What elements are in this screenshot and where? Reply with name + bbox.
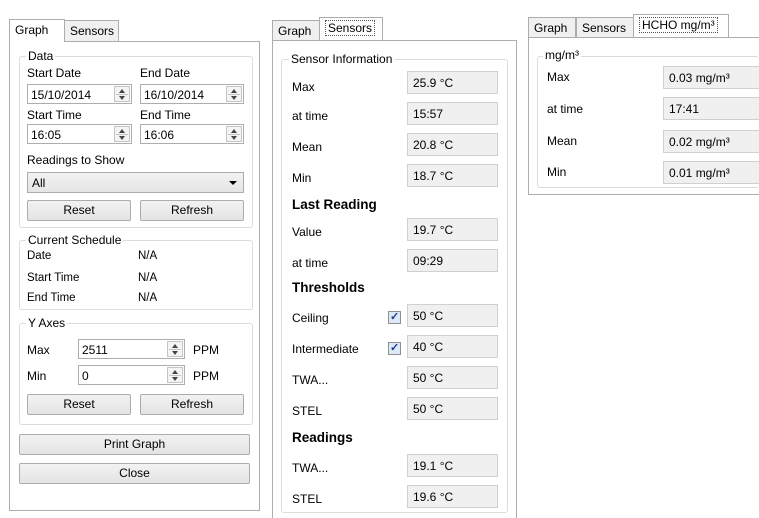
tab-hcho[interactable]: HCHO mg/m³ [633, 14, 729, 37]
hcho-mean-value: 0.02 mg/m³ [663, 130, 759, 153]
sensor-min-value: 18.7 °C [407, 164, 498, 187]
y-axes-group-title: Y Axes [26, 316, 68, 330]
end-date-label: End Date [140, 66, 191, 80]
last-reading-heading: Last Reading [292, 197, 377, 212]
intermediate-label: Intermediate [292, 342, 359, 356]
thresholds-heading: Thresholds [292, 280, 365, 295]
schedule-date-value: N/A [138, 250, 158, 262]
tab-sensors[interactable]: Sensors [576, 17, 634, 38]
sensor-max-time-label: at time [292, 109, 329, 123]
sensor-information-title: Sensor Information [289, 52, 395, 66]
y-max-label: Max [27, 343, 50, 357]
schedule-start-value: N/A [138, 272, 158, 284]
schedule-group-title: Current Schedule [26, 233, 124, 247]
tab-sensors[interactable]: Sensors [319, 17, 383, 40]
tab-graph[interactable]: Graph [528, 17, 576, 38]
threshold-twa-label: TWA... [292, 373, 329, 387]
readings-to-show-label: Readings to Show [27, 153, 125, 167]
last-time-label: at time [292, 256, 329, 270]
sensor-mean-label: Mean [292, 140, 323, 154]
end-time-label: End Time [140, 108, 191, 122]
data-group-title: Data [26, 49, 56, 63]
y-max-input[interactable]: 2511 [78, 339, 185, 359]
start-date-label: Start Date [27, 66, 82, 80]
tab-graph[interactable]: Graph [272, 20, 320, 41]
hcho-group-title: mg/m³ [543, 48, 581, 62]
sensor-max-label: Max [292, 80, 315, 94]
ceiling-checkbox[interactable]: ✓ [388, 311, 401, 324]
tab-graph[interactable]: Graph [9, 19, 65, 42]
print-graph-button[interactable]: Print Graph [19, 434, 250, 455]
schedule-end-value: N/A [138, 292, 158, 304]
y-axes-reset-button[interactable]: Reset [27, 394, 131, 415]
sensor-max-value: 25.9 °C [407, 71, 498, 94]
start-date-picker[interactable]: 15/10/2014 [27, 84, 132, 104]
hcho-mean-label: Mean [547, 134, 578, 148]
threshold-twa-value: 50 °C [407, 366, 498, 389]
reading-twa-label: TWA... [292, 461, 329, 475]
intermediate-checkbox[interactable]: ✓ [388, 342, 401, 355]
start-time-label: Start Time [27, 108, 82, 122]
hcho-time-value: 17:41 [663, 97, 759, 120]
reading-stel-value: 19.6 °C [407, 485, 498, 508]
end-date-spinner[interactable] [226, 86, 242, 102]
ceiling-label: Ceiling [292, 311, 329, 325]
schedule-date-label: Date [27, 250, 52, 262]
sensor-min-label: Min [292, 171, 312, 185]
y-min-unit: PPM [193, 369, 220, 383]
hcho-time-label: at time [547, 102, 584, 116]
y-max-spinner[interactable] [167, 341, 183, 357]
start-time-spinner[interactable] [114, 126, 130, 142]
hcho-max-label: Max [547, 70, 570, 84]
last-value-label: Value [292, 225, 322, 239]
y-min-spinner[interactable] [167, 367, 183, 383]
intermediate-value: 40 °C [407, 335, 498, 358]
start-time-picker[interactable]: 16:05 [27, 124, 132, 144]
ceiling-value: 50 °C [407, 304, 498, 327]
hcho-max-value: 0.03 mg/m³ [663, 66, 759, 89]
close-button[interactable]: Close [19, 463, 250, 484]
end-time-picker[interactable]: 16:06 [140, 124, 244, 144]
schedule-end-label: End Time [27, 292, 76, 304]
readings-heading: Readings [292, 430, 353, 445]
sensor-mean-value: 20.8 °C [407, 133, 498, 156]
data-refresh-button[interactable]: Refresh [140, 200, 244, 221]
sensor-max-time-value: 15:57 [407, 102, 498, 125]
threshold-stel-label: STEL [292, 404, 323, 418]
y-max-unit: PPM [193, 343, 220, 357]
tab-sensors[interactable]: Sensors [64, 20, 119, 41]
data-reset-button[interactable]: Reset [27, 200, 131, 221]
last-value: 19.7 °C [407, 218, 498, 241]
end-time-spinner[interactable] [226, 126, 242, 142]
end-date-picker[interactable]: 16/10/2014 [140, 84, 244, 104]
reading-twa-value: 19.1 °C [407, 454, 498, 477]
y-min-label: Min [27, 369, 47, 383]
schedule-start-label: Start Time [27, 272, 80, 284]
readings-to-show-select[interactable]: All [27, 172, 244, 193]
start-date-spinner[interactable] [114, 86, 130, 102]
y-axes-refresh-button[interactable]: Refresh [140, 394, 244, 415]
reading-stel-label: STEL [292, 492, 323, 506]
hcho-min-value: 0.01 mg/m³ [663, 161, 759, 184]
checkmark-icon: ✓ [390, 311, 400, 323]
checkmark-icon: ✓ [390, 342, 400, 354]
chevron-down-icon [229, 181, 237, 185]
threshold-stel-value: 50 °C [407, 397, 498, 420]
y-min-input[interactable]: 0 [78, 365, 185, 385]
last-time-value: 09:29 [407, 249, 498, 272]
hcho-min-label: Min [547, 165, 567, 179]
